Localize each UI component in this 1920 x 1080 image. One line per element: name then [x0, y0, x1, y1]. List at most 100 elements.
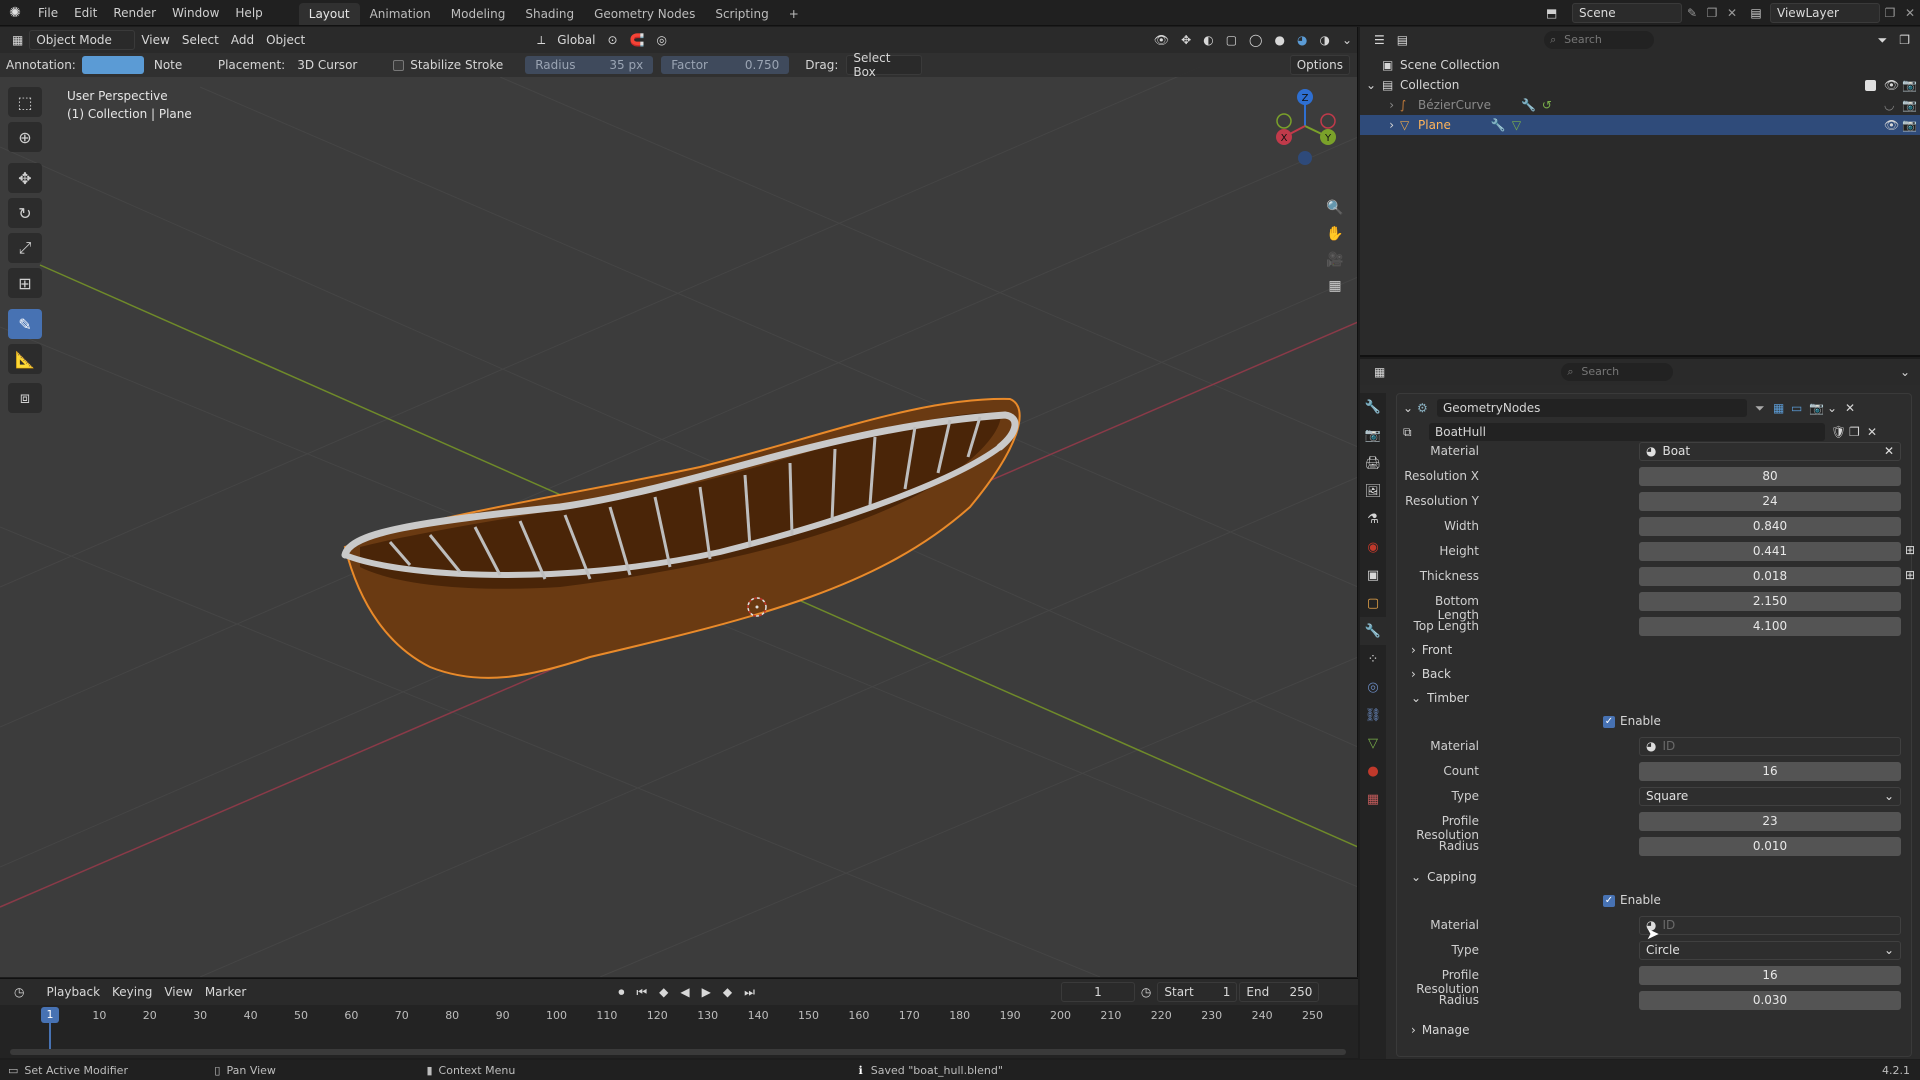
viewport-scene[interactable] — [0, 27, 1358, 977]
visibility-icon[interactable]: 👁 — [1148, 30, 1175, 50]
orientation-selector[interactable]: Global — [551, 30, 601, 50]
gizmo-toggle-icon[interactable]: ✥ — [1175, 30, 1197, 50]
outliner-search-input[interactable]: ⌕ Search — [1544, 31, 1655, 49]
timber-radius-field[interactable]: 0.010 — [1639, 837, 1901, 856]
transform-tool-icon[interactable]: ⊞ — [8, 268, 42, 298]
annotation-color-swatch[interactable] — [81, 56, 144, 74]
panel-back[interactable]: › Back — [1411, 664, 1451, 684]
cursor-tool-icon[interactable]: ⊕ — [8, 122, 42, 152]
display-mode-icon[interactable]: ▤ — [1391, 30, 1414, 50]
timeline-ruler[interactable]: 1 10 20 30 40 50 60 70 80 90 100 110 120 130 140 150 16… — [0, 1005, 1358, 1027]
auto-key-icon[interactable]: ⏺ — [612, 982, 630, 1002]
height-field[interactable]: 0.441 — [1639, 542, 1901, 561]
tab-animation[interactable]: Animation — [360, 3, 441, 25]
shading-material-icon[interactable]: ◕ — [1291, 30, 1313, 50]
constraints-tab-icon[interactable]: ⛓ — [1360, 701, 1386, 729]
stabilize-checkbox[interactable] — [393, 59, 405, 71]
add-menu[interactable]: Add — [225, 30, 260, 50]
capping-radius-field[interactable]: 0.030 — [1639, 991, 1901, 1010]
capping-enable[interactable]: ✓ Enable — [1603, 893, 1661, 907]
eye-hidden-icon[interactable]: ◡ — [1884, 98, 1902, 112]
navigation-gizmo[interactable]: Z Y X — [1264, 85, 1346, 167]
resolution-x-field[interactable]: 80 — [1639, 467, 1901, 486]
menu-edit[interactable]: Edit — [66, 0, 105, 26]
eye-icon[interactable]: 👁 — [1884, 78, 1902, 92]
playback-menu[interactable]: Playback — [40, 982, 106, 1002]
tab-modeling[interactable]: Modeling — [441, 3, 516, 25]
properties-search-input[interactable]: ⌕ Search — [1561, 363, 1674, 381]
select-menu[interactable]: Select — [176, 30, 225, 50]
menu-render[interactable]: Render — [105, 0, 164, 26]
filter-icon[interactable]: ⏷ — [1872, 30, 1894, 50]
data-tab-icon[interactable]: ▽ — [1360, 729, 1386, 757]
camera-view-icon[interactable]: 🎥 — [1322, 247, 1348, 273]
output-tab-icon[interactable]: 🖨 — [1360, 449, 1386, 477]
delete-view-layer-icon[interactable]: ✕ — [1900, 6, 1920, 20]
fake-user-icon[interactable]: 🛡 — [1831, 425, 1849, 439]
rotate-tool-icon[interactable]: ↻ — [8, 198, 42, 228]
options-button[interactable]: Options — [1289, 55, 1350, 75]
proportional-edit-icon[interactable]: ◎ — [651, 30, 673, 50]
thickness-field[interactable]: 0.018 — [1639, 567, 1901, 586]
menu-window[interactable]: Window — [164, 0, 227, 26]
timber-type-select[interactable]: Square ⌄ — [1639, 787, 1901, 806]
camera-icon[interactable]: 📷 — [1902, 98, 1920, 112]
resolution-y-field[interactable]: 24 — [1639, 492, 1901, 511]
menu-file[interactable]: File — [30, 0, 66, 26]
zoom-icon[interactable]: 🔍 — [1322, 195, 1348, 221]
jump-start-icon[interactable]: ⏮ — [630, 982, 653, 1002]
particles-tab-icon[interactable]: ⁘ — [1360, 645, 1386, 673]
node-group-field[interactable]: BoatHull — [1429, 423, 1825, 441]
timber-profile-field[interactable]: 23 — [1639, 812, 1901, 831]
scale-tool-icon[interactable]: ⤢ — [8, 233, 42, 263]
pivot-icon[interactable]: ⊙ — [601, 30, 623, 50]
new-collection-icon[interactable]: ❐ — [1893, 30, 1916, 50]
move-tool-icon[interactable]: ✥ — [8, 163, 42, 193]
ortho-grid-icon[interactable]: ▦ — [1322, 273, 1348, 299]
timber-count-field[interactable]: 16 — [1639, 762, 1901, 781]
timeline-view-menu[interactable]: View — [158, 982, 198, 1002]
expand-chevron-icon[interactable]: ⌄ — [1360, 78, 1382, 92]
jump-end-icon[interactable]: ⏭ — [738, 982, 761, 1002]
scene-tab-icon[interactable]: ⚗ — [1360, 505, 1386, 533]
timeline-scrollbar[interactable] — [10, 1049, 1346, 1055]
capping-type-select[interactable]: Circle ⌄ — [1639, 941, 1901, 960]
remove-modifier-icon[interactable]: ✕ — [1845, 401, 1863, 415]
capping-profile-field[interactable]: 16 — [1639, 966, 1901, 985]
annotate-tool-icon[interactable]: ✎ — [8, 309, 42, 339]
panel-capping[interactable]: ⌄ Capping — [1411, 867, 1477, 887]
shading-options-icon[interactable]: ⌄ — [1336, 30, 1357, 50]
world-tab-icon[interactable]: ◉ — [1360, 533, 1386, 561]
mode-selector[interactable]: Object Mode — [29, 30, 136, 50]
add-cube-tool-icon[interactable]: ⧈ — [8, 383, 42, 413]
properties-editor-icon[interactable]: ▦ — [1368, 362, 1391, 382]
view-layer-tab-icon[interactable]: 🖼 — [1360, 477, 1386, 505]
3d-viewport[interactable]: ▦ Object Mode View Select Add Object ⟂ G… — [0, 27, 1358, 977]
viewport-toggle-icon[interactable]: ▭ — [1791, 401, 1809, 415]
render-tab-icon[interactable]: 📷 — [1360, 421, 1386, 449]
collection-tab-icon[interactable]: ▣ — [1360, 561, 1386, 589]
menu-help[interactable]: Help — [227, 0, 270, 26]
modifier-name-field[interactable]: GeometryNodes — [1437, 399, 1747, 417]
pin-icon[interactable]: ✎ — [1682, 6, 1702, 20]
play-icon[interactable]: ▶ — [696, 982, 717, 1002]
annotation-layer-selector[interactable]: Note — [148, 55, 212, 75]
outliner-row-beziercurve[interactable]: › ∫ BézierCurve 🔧 ↺ ◡ 📷 — [1360, 95, 1920, 115]
outliner-row-plane[interactable]: › ▽ Plane 🔧 ▽ 👁 📷 — [1360, 115, 1920, 135]
modifier-dropdown-icon[interactable]: ⌄ — [1827, 401, 1845, 415]
new-view-layer-icon[interactable]: ❐ — [1880, 6, 1900, 20]
physics-tab-icon[interactable]: ◎ — [1360, 673, 1386, 701]
tab-scripting[interactable]: Scripting — [705, 3, 778, 25]
bottom-length-field[interactable]: 2.150 — [1639, 592, 1901, 611]
editor-type-icon[interactable]: ▦ — [6, 30, 29, 50]
preview-range-icon[interactable]: ◷ — [1135, 982, 1157, 1002]
overlay-toggle-icon[interactable]: ◐ — [1197, 30, 1219, 50]
tab-geometry-nodes[interactable]: Geometry Nodes — [584, 3, 705, 25]
outliner-row-scene-collection[interactable]: ▣ Scene Collection — [1360, 55, 1920, 75]
shading-rendered-icon[interactable]: ◑ — [1313, 30, 1335, 50]
unlink-icon[interactable]: ✕ — [1867, 425, 1885, 439]
shading-wireframe-icon[interactable]: ◯ — [1243, 30, 1268, 50]
modifier-tab-icon[interactable]: 🔧 — [1360, 617, 1386, 645]
factor-slider[interactable]: Factor 0.750 — [661, 56, 790, 74]
view-layer-icon[interactable]: ▤ — [1742, 6, 1770, 20]
